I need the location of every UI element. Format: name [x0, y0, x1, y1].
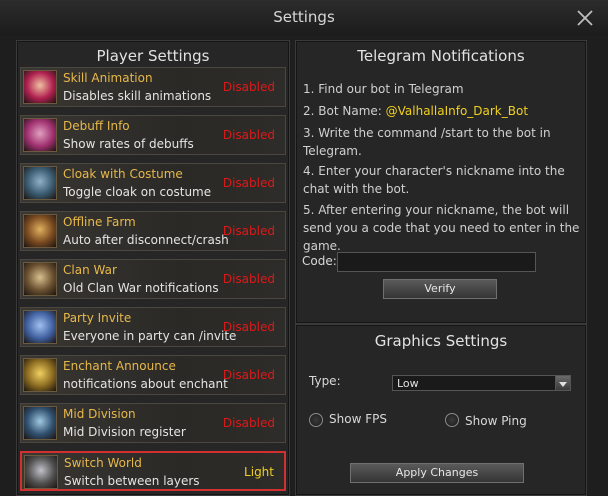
telegram-step-2-prefix: 2. Bot Name: — [303, 104, 386, 118]
player-setting-desc: Old Clan War notifications — [63, 281, 219, 295]
apply-changes-button[interactable]: Apply Changes — [350, 463, 524, 483]
player-setting-desc: Mid Division register — [63, 425, 186, 439]
offline-farm-icon — [23, 214, 57, 248]
show-ping-radio[interactable] — [445, 413, 459, 427]
show-fps-radio[interactable] — [309, 413, 323, 427]
title-bar: Settings — [0, 0, 608, 36]
player-setting-item[interactable]: Switch World Switch between layers Light — [20, 451, 286, 491]
telegram-bot-name: @ValhallaInfo_Dark_Bot — [385, 104, 529, 118]
player-setting-desc: Show rates of debuffs — [63, 137, 194, 151]
player-setting-item[interactable]: Clan War Old Clan War notifications Disabl… — [20, 259, 286, 299]
clan-war-icon — [23, 262, 57, 296]
debuff-icon — [23, 118, 57, 152]
type-select-value: Low — [397, 377, 419, 390]
graphics-title: Graphics Settings — [374, 332, 508, 350]
telegram-step-1: 1. Find our bot in Telegram — [303, 82, 464, 96]
player-setting-name: Cloak with Costume — [63, 167, 183, 181]
enchant-icon — [23, 358, 57, 392]
player-setting-status[interactable]: Disabled — [223, 224, 275, 238]
telegram-step-3: 3. Write the command /start to the bot i… — [303, 126, 551, 158]
code-label: Code: — [302, 254, 337, 268]
show-fps-label: Show FPS — [329, 412, 387, 426]
mid-division-icon — [23, 406, 57, 440]
player-setting-desc: notifications about enchant — [63, 377, 228, 391]
player-setting-status[interactable]: Disabled — [223, 368, 275, 382]
telegram-step-2: 2. Bot Name: @ValhallaInfo_Dark_Bot — [303, 102, 593, 120]
player-settings-title: Player Settings — [96, 47, 210, 65]
player-setting-item[interactable]: Cloak with Costume Toggle cloak on costum… — [20, 163, 286, 203]
player-setting-name: Party Invite — [63, 311, 132, 325]
player-setting-item[interactable]: Enchant Announce notifications about ench… — [20, 355, 286, 395]
show-ping-label: Show Ping — [465, 414, 527, 428]
telegram-step-4: 4. Enter your character's nickname into … — [303, 164, 565, 196]
switch-world-icon — [24, 455, 58, 489]
player-setting-desc: Everyone in party can /invite — [63, 329, 237, 343]
window-title: Settings — [273, 8, 335, 26]
player-setting-desc: Auto after disconnect/crash — [63, 233, 229, 247]
player-setting-status[interactable]: Light — [244, 465, 274, 479]
close-icon[interactable] — [574, 7, 596, 29]
player-setting-status[interactable]: Disabled — [223, 320, 275, 334]
player-setting-item[interactable]: Skill Animation Disables skill animations… — [20, 67, 286, 107]
player-setting-status[interactable]: Disabled — [223, 416, 275, 430]
player-setting-item[interactable]: Debuff Info Show rates of debuffs Disabled — [20, 115, 286, 155]
player-setting-desc: Switch between layers — [64, 474, 200, 488]
verify-button[interactable]: Verify — [383, 279, 497, 299]
type-label: Type: — [309, 374, 341, 388]
player-setting-item[interactable]: Mid Division Mid Division register Disable… — [20, 403, 286, 443]
code-input[interactable] — [337, 252, 536, 272]
skill-animation-icon — [23, 70, 57, 104]
telegram-title: Telegram Notifications — [357, 47, 525, 65]
player-setting-item[interactable]: Offline Farm Auto after disconnect/crash D… — [20, 211, 286, 251]
type-select[interactable]: Low — [392, 375, 571, 391]
player-setting-desc: Disables skill animations — [63, 89, 212, 103]
player-setting-status[interactable]: Disabled — [223, 128, 275, 142]
player-setting-name: Enchant Announce — [63, 359, 176, 373]
player-setting-status[interactable]: Disabled — [223, 80, 275, 94]
chevron-down-icon[interactable] — [555, 376, 570, 390]
player-setting-desc: Toggle cloak on costume — [63, 185, 212, 199]
cloak-icon — [23, 166, 57, 200]
player-setting-status[interactable]: Disabled — [223, 272, 275, 286]
player-setting-name: Offline Farm — [63, 215, 136, 229]
player-setting-item[interactable]: Party Invite Everyone in party can /invit… — [20, 307, 286, 347]
player-setting-name: Clan War — [63, 263, 117, 277]
telegram-step-5: 5. After entering your nickname, the bot… — [303, 203, 580, 253]
player-setting-name: Skill Animation — [63, 71, 153, 85]
player-setting-name: Debuff Info — [63, 119, 130, 133]
player-setting-name: Switch World — [64, 456, 142, 470]
player-setting-status[interactable]: Disabled — [223, 176, 275, 190]
player-setting-name: Mid Division — [63, 407, 136, 421]
party-icon — [23, 310, 57, 344]
